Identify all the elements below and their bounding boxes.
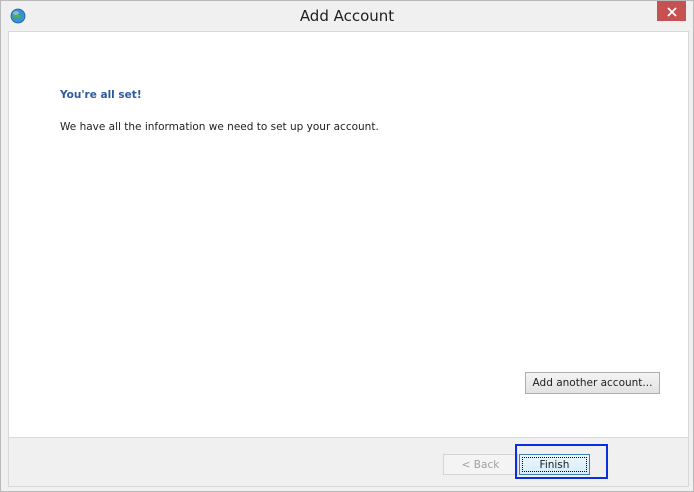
finish-button[interactable]: Finish [519, 454, 590, 475]
focus-rectangle [522, 457, 587, 472]
close-icon [666, 2, 677, 21]
window-title: Add Account [299, 7, 395, 25]
close-button[interactable] [657, 1, 686, 21]
success-heading: You're all set! [60, 89, 142, 101]
add-another-account-label: Add another account... [532, 377, 653, 389]
title-bar[interactable]: Add Account [1, 1, 693, 31]
back-label: < Back [461, 458, 500, 471]
setup-message: We have all the information we need to s… [60, 121, 379, 133]
dialog-footer: < Back Finish [8, 437, 689, 487]
add-another-account-button[interactable]: Add another account... [525, 372, 660, 394]
add-account-window: Add Account You're all set! We have all … [0, 0, 694, 492]
main-content: You're all set! We have all the informat… [8, 31, 689, 437]
back-button[interactable]: < Back [443, 454, 518, 475]
